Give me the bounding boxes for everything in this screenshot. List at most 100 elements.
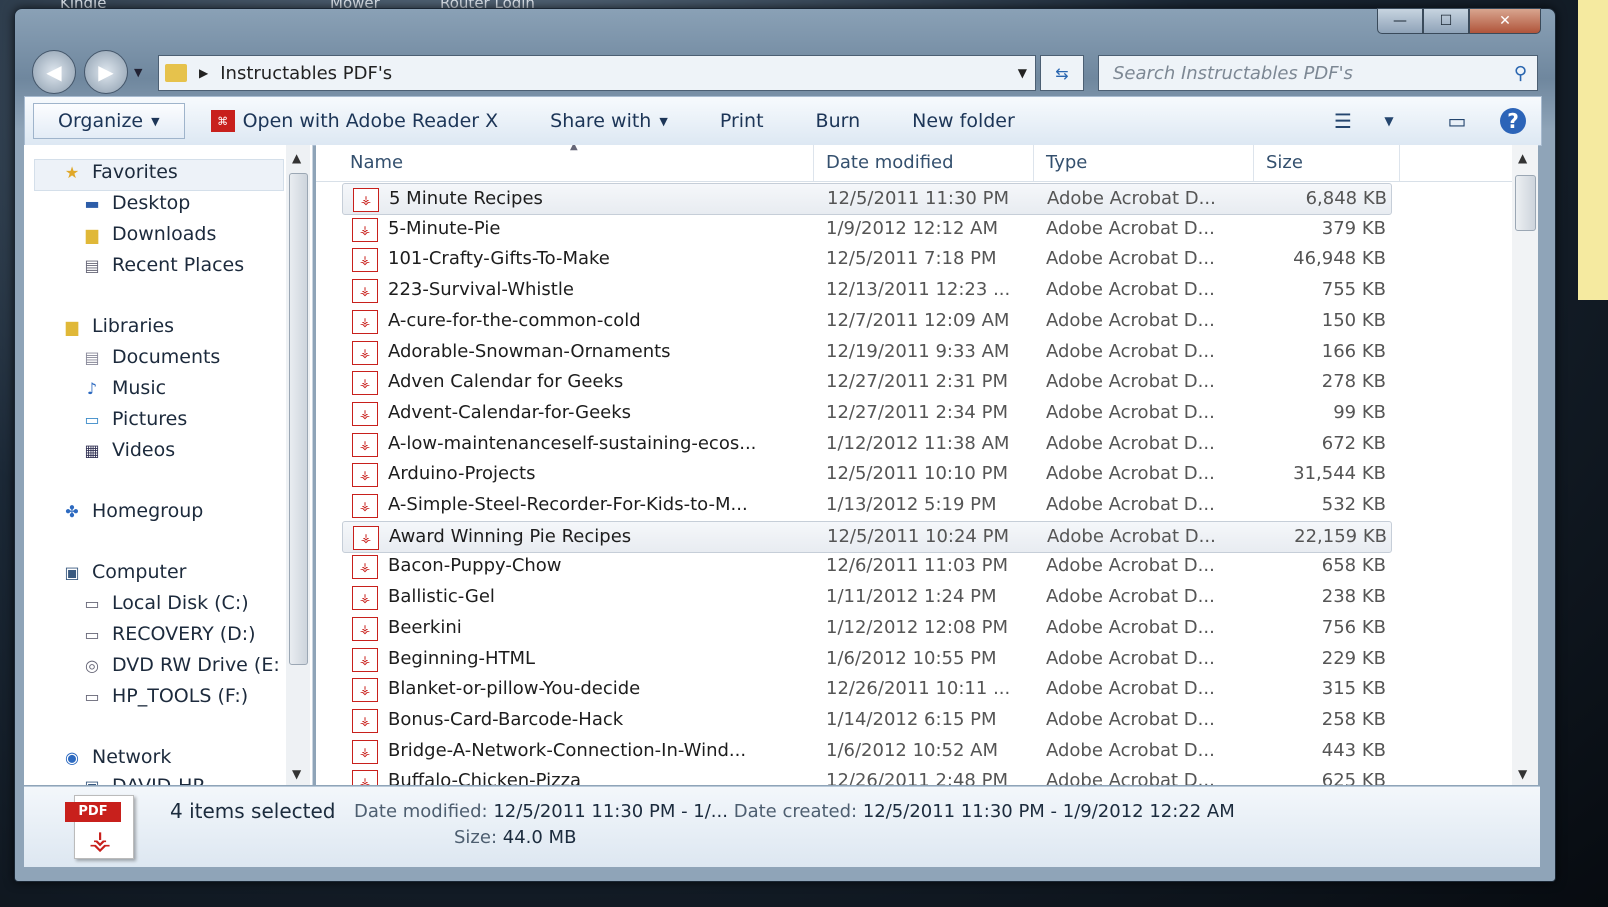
organize-button[interactable]: Organize ▼: [33, 103, 185, 139]
column-header-date[interactable]: Date modified: [814, 145, 1034, 181]
search-icon[interactable]: ⚲: [1514, 63, 1527, 84]
scroll-down-icon[interactable]: ▼: [1518, 767, 1527, 781]
file-row[interactable]: ⚶ Advent-Calendar-for-Geeks 12/27/2011 2:3…: [342, 398, 1390, 428]
minimize-button[interactable]: —: [1377, 8, 1423, 34]
file-row[interactable]: ⚶ Beginning-HTML 1/6/2012 10:55 PM Adobe Ac…: [342, 644, 1390, 674]
column-header-size[interactable]: Size: [1254, 145, 1400, 181]
nav-computer[interactable]: ▣ Computer: [60, 561, 186, 583]
file-type: Adobe Acrobat D...: [1046, 217, 1215, 239]
breadcrumb-current-folder[interactable]: Instructables PDF's: [220, 63, 392, 84]
nav-recent-places[interactable]: ▤ Recent Places: [80, 254, 244, 276]
breadcrumb-arrow-icon[interactable]: ▶: [199, 66, 208, 80]
file-row[interactable]: ⚶ Bacon-Puppy-Chow 12/6/2011 11:03 PM Adobe…: [342, 551, 1390, 581]
nav-desktop[interactable]: ▬ Desktop: [80, 192, 190, 214]
share-with-button[interactable]: Share with ▼: [524, 97, 694, 145]
column-header-row: Name Date modified Type Size ▲: [316, 145, 1512, 182]
file-list-scrollbar[interactable]: ▲ ▼: [1512, 145, 1538, 785]
address-bar[interactable]: ▶ Instructables PDF's ▼: [158, 55, 1036, 91]
address-dropdown-icon[interactable]: ▼: [1018, 66, 1027, 80]
caption-buttons: — ☐ ✕: [1377, 8, 1541, 34]
file-date-modified: 1/12/2012 12:08 PM: [826, 616, 1008, 638]
file-row[interactable]: ⚶ 5 Minute Recipes 12/5/2011 11:30 PM Adobe…: [342, 183, 1392, 215]
scroll-down-icon[interactable]: ▼: [292, 767, 301, 781]
file-row[interactable]: ⚶ A-Simple-Steel-Recorder-For-Kids-to-M..…: [342, 490, 1390, 520]
drive-icon: ▭: [84, 624, 100, 644]
file-row[interactable]: ⚶ A-low-maintenanceself-sustaining-ecos..…: [342, 429, 1390, 459]
preview-pane-icon[interactable]: ▭: [1437, 101, 1477, 141]
burn-button[interactable]: Burn: [790, 97, 887, 145]
scroll-thumb[interactable]: [1515, 175, 1536, 231]
file-row[interactable]: ⚶ Bridge-A-Network-Connection-In-Wind... 1…: [342, 736, 1390, 766]
nav-dvd-drive[interactable]: ◎ DVD RW Drive (E:: [80, 654, 280, 676]
file-row[interactable]: ⚶ Adven Calendar for Geeks 12/27/2011 2:31…: [342, 367, 1390, 397]
file-size: 443 KB: [1321, 739, 1386, 761]
nav-scrollbar[interactable]: ▲ ▼: [286, 145, 310, 785]
nav-libraries[interactable]: ▆ Libraries: [60, 315, 174, 337]
file-row[interactable]: ⚶ A-cure-for-the-common-cold 12/7/2011 12:…: [342, 306, 1390, 336]
nav-downloads[interactable]: ▆ Downloads: [80, 223, 217, 245]
open-with-label: Open with Adobe Reader X: [242, 110, 499, 132]
close-button[interactable]: ✕: [1469, 8, 1541, 34]
pdf-icon-tag: PDF: [65, 802, 121, 822]
file-row[interactable]: ⚶ Bonus-Card-Barcode-Hack 1/14/2012 6:15 P…: [342, 705, 1390, 735]
file-size: 258 KB: [1321, 708, 1386, 730]
pdf-icon: ⚶: [352, 309, 378, 334]
nav-network[interactable]: ◉ Network: [60, 746, 171, 768]
search-input[interactable]: Search Instructables PDF's ⚲: [1098, 55, 1538, 91]
file-name: Award Winning Pie Recipes: [389, 525, 632, 547]
scroll-up-icon[interactable]: ▲: [1518, 151, 1527, 165]
open-with-adobe-button[interactable]: ⌘ Open with Adobe Reader X: [185, 97, 525, 145]
nav-videos[interactable]: ▦ Videos: [80, 439, 175, 461]
pdf-file-icon: PDF ⚶: [65, 795, 134, 859]
file-row[interactable]: ⚶ 5-Minute-Pie 1/9/2012 12:12 AM Adobe Acro…: [342, 214, 1390, 244]
nav-label: Desktop: [112, 192, 191, 214]
nav-local-disk[interactable]: ▭ Local Disk (C:): [80, 592, 248, 614]
nav-hp-tools[interactable]: ▭ HP_TOOLS (F:): [80, 685, 248, 707]
file-name: A-Simple-Steel-Recorder-For-Kids-to-M...: [388, 494, 748, 515]
file-type: Adobe Acrobat D...: [1046, 463, 1215, 485]
column-header-type[interactable]: Type: [1034, 145, 1254, 181]
file-row[interactable]: ⚶ Award Winning Pie Recipes 12/5/2011 10:2…: [342, 520, 1392, 553]
computer-icon: ▣: [64, 562, 80, 582]
refresh-button[interactable]: ⇆: [1040, 55, 1084, 91]
nav-documents[interactable]: ▤ Documents: [80, 346, 220, 368]
nav-label: Favorites: [92, 161, 178, 183]
file-row[interactable]: ⚶ Blanket-or-pillow-You-decide 12/26/2011 …: [342, 674, 1390, 704]
scroll-up-icon[interactable]: ▲: [292, 151, 301, 165]
nav-pictures[interactable]: ▭ Pictures: [80, 408, 187, 430]
libraries-icon: ▆: [65, 316, 79, 336]
new-folder-button[interactable]: New folder: [886, 97, 1041, 145]
file-row[interactable]: ⚶ Ballistic-Gel 1/11/2012 1:24 PM Adobe Acr…: [342, 582, 1390, 612]
pdf-icon: ⚶: [352, 647, 378, 672]
nav-network-pc[interactable]: ▣ DAVID-HP: [80, 775, 203, 785]
file-row[interactable]: ⚶ 101-Crafty-Gifts-To-Make 12/5/2011 7:18 …: [342, 244, 1390, 274]
forward-button[interactable]: ▶: [84, 50, 128, 94]
pdf-icon: ⚶: [352, 371, 378, 396]
nav-recovery[interactable]: ▭ RECOVERY (D:): [80, 623, 255, 645]
file-size: 22,159 KB: [1294, 525, 1387, 547]
file-row[interactable]: ⚶ Buffalo-Chicken-Pizza 12/26/2011 2:48 PM…: [342, 766, 1390, 785]
pdf-icon: ⚶: [352, 248, 378, 273]
pdf-icon: ⚶: [352, 401, 378, 426]
view-options-icon[interactable]: ☰: [1323, 101, 1363, 141]
help-button[interactable]: ?: [1493, 101, 1533, 141]
file-date-modified: 12/13/2011 12:23 ...: [826, 279, 1011, 301]
view-dropdown-icon[interactable]: ▼: [1379, 101, 1399, 141]
back-button[interactable]: ◀: [32, 50, 76, 94]
nav-favorites[interactable]: ★ Favorites: [60, 161, 178, 183]
sticky-note: [1578, 0, 1608, 300]
file-row[interactable]: ⚶ Beerkini 1/12/2012 12:08 PM Adobe Acrobat…: [342, 613, 1390, 643]
file-row[interactable]: ⚶ Arduino-Projects 12/5/2011 10:10 PM Adobe…: [342, 459, 1390, 489]
scroll-thumb[interactable]: [289, 173, 308, 665]
file-row[interactable]: ⚶ 223-Survival-Whistle 12/13/2011 12:23 ..…: [342, 275, 1390, 305]
file-row[interactable]: ⚶ Adorable-Snowman-Ornaments 12/19/2011 9:…: [342, 337, 1390, 367]
nav-music[interactable]: ♪ Music: [80, 377, 166, 399]
maximize-button[interactable]: ☐: [1423, 8, 1469, 34]
file-type: Adobe Acrobat D...: [1046, 432, 1215, 454]
file-size: 625 KB: [1321, 770, 1386, 785]
drive-icon: ▭: [84, 686, 100, 706]
print-button[interactable]: Print: [694, 97, 790, 145]
nav-homegroup[interactable]: ✤ Homegroup: [60, 500, 203, 522]
file-date-modified: 12/27/2011 2:31 PM: [826, 371, 1008, 393]
recent-pages-dropdown-icon[interactable]: ▼: [134, 66, 142, 79]
